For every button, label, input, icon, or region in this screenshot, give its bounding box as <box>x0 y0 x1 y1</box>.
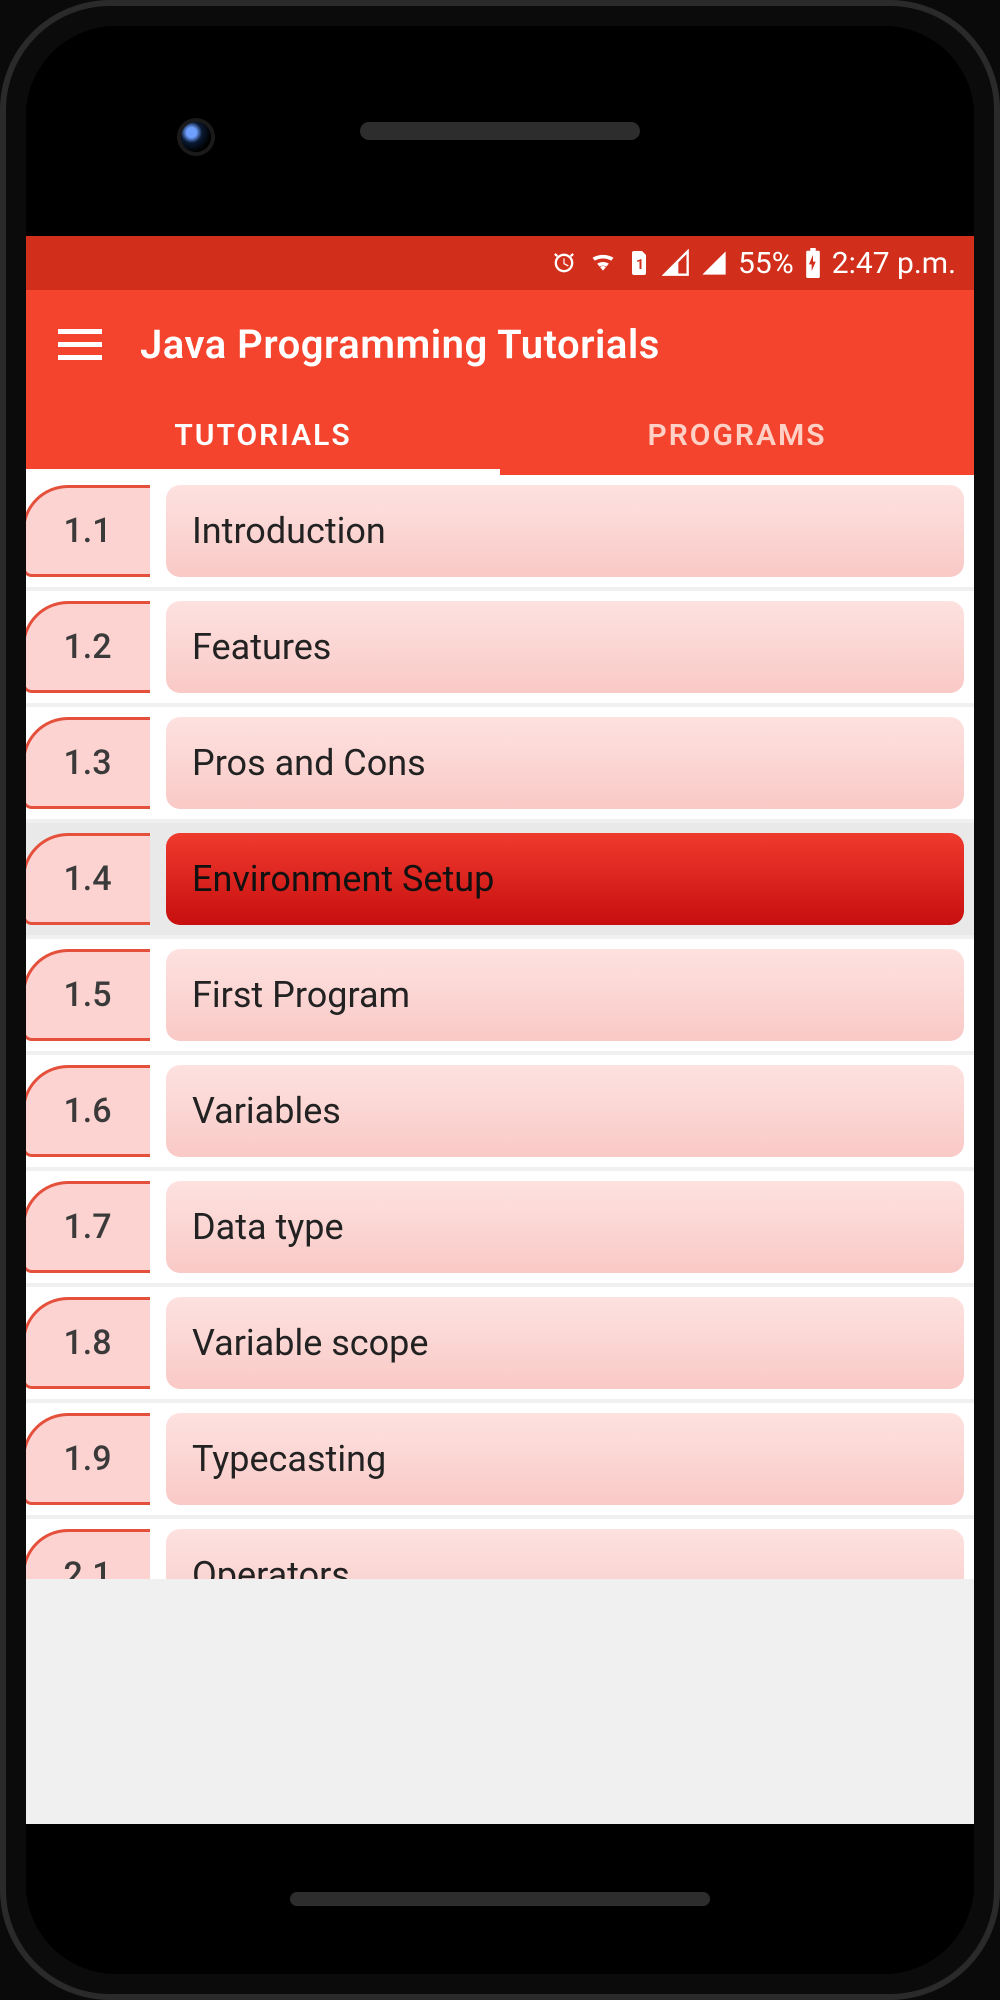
item-number: 1.9 <box>26 1413 150 1505</box>
device-frame: 1 55% 2:47 p.m. Java Programming Tutoria… <box>0 0 1000 2000</box>
item-number: 1.2 <box>26 601 150 693</box>
signal-icon <box>662 249 690 277</box>
list-item[interactable]: 2.1 Operators <box>26 1519 974 1579</box>
item-number: 1.6 <box>26 1065 150 1157</box>
item-number: 1.4 <box>26 833 150 925</box>
page-title: Java Programming Tutorials <box>140 321 660 368</box>
item-title: Typecasting <box>166 1413 964 1505</box>
item-title: Environment Setup <box>166 833 964 925</box>
item-number: 1.5 <box>26 949 150 1041</box>
list-item[interactable]: 1.4 Environment Setup <box>26 823 974 935</box>
clock-text: 2:47 p.m. <box>832 246 956 281</box>
status-icons: 1 <box>550 249 728 277</box>
app-bar: Java Programming Tutorials <box>26 290 974 398</box>
list-item[interactable]: 1.9 Typecasting <box>26 1403 974 1515</box>
item-title: Variable scope <box>166 1297 964 1389</box>
item-title: Features <box>166 601 964 693</box>
list-item[interactable]: 1.7 Data type <box>26 1171 974 1283</box>
chin-bar <box>290 1892 710 1906</box>
list-item[interactable]: 1.8 Variable scope <box>26 1287 974 1399</box>
item-title: Variables <box>166 1065 964 1157</box>
item-title: Operators <box>166 1529 964 1579</box>
item-number: 2.1 <box>26 1529 150 1579</box>
sim-icon: 1 <box>628 249 652 277</box>
android-status-bar: 1 55% 2:47 p.m. <box>26 236 974 290</box>
item-number: 1.1 <box>26 485 150 577</box>
wifi-icon <box>588 249 618 277</box>
item-title: First Program <box>166 949 964 1041</box>
alarm-icon <box>550 249 578 277</box>
list-item[interactable]: 1.1 Introduction <box>26 475 974 587</box>
screen: 1 55% 2:47 p.m. Java Programming Tutoria… <box>26 236 974 1824</box>
svg-text:1: 1 <box>636 257 644 273</box>
item-number: 1.8 <box>26 1297 150 1389</box>
battery-percent: 55% <box>738 246 794 281</box>
signal-2-icon <box>700 249 728 277</box>
item-title: Introduction <box>166 485 964 577</box>
item-title: Data type <box>166 1181 964 1273</box>
speaker-grille <box>360 122 640 140</box>
tutorial-list[interactable]: 1.1 Introduction 1.2 Features 1.3 Pros a… <box>26 475 974 1824</box>
device-inner: 1 55% 2:47 p.m. Java Programming Tutoria… <box>26 26 974 1974</box>
hamburger-icon <box>58 342 102 347</box>
battery-charging-icon <box>804 248 822 278</box>
list-item[interactable]: 1.6 Variables <box>26 1055 974 1167</box>
list-item[interactable]: 1.3 Pros and Cons <box>26 707 974 819</box>
item-title: Pros and Cons <box>166 717 964 809</box>
front-camera <box>181 122 211 152</box>
list-item[interactable]: 1.2 Features <box>26 591 974 703</box>
tab-programs[interactable]: PROGRAMS <box>500 398 974 475</box>
tab-bar: TUTORIALS PROGRAMS <box>26 398 974 475</box>
item-number: 1.3 <box>26 717 150 809</box>
tab-tutorials[interactable]: TUTORIALS <box>26 398 500 475</box>
list-item[interactable]: 1.5 First Program <box>26 939 974 1051</box>
bezel-bottom <box>26 1824 974 1974</box>
bezel-top <box>26 26 974 236</box>
item-number: 1.7 <box>26 1181 150 1273</box>
hamburger-menu-button[interactable] <box>50 314 110 374</box>
